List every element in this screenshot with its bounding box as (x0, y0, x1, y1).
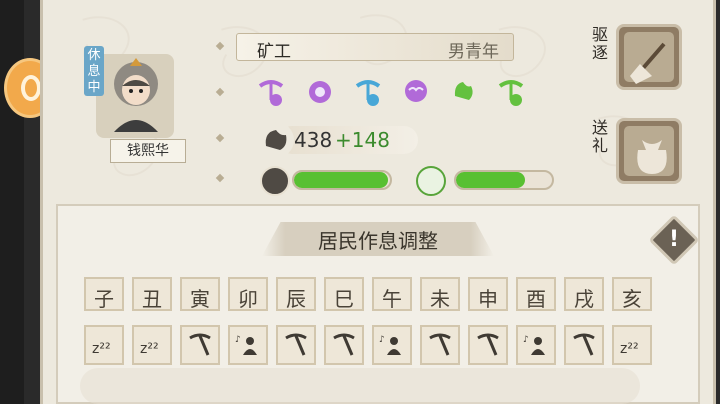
strength-bonus-value: +148 (335, 128, 390, 152)
job-info-bar: 矿工 男青年 (236, 33, 514, 62)
svg-text:z²²: z²² (140, 341, 159, 357)
activity-cell[interactable]: ♪ (372, 325, 412, 365)
activity-cell[interactable] (324, 325, 364, 365)
mood-bar-fill (456, 172, 526, 188)
svg-text:z²²: z²² (620, 341, 639, 357)
music-rest-icon: ♪ (235, 335, 257, 355)
strength-icon (258, 122, 294, 158)
helmet-purple-icon[interactable] (305, 76, 335, 106)
expel-button[interactable] (616, 24, 682, 90)
hour-cell-xu[interactable]: 戌 (564, 277, 604, 311)
health-heart-icon (260, 166, 290, 196)
hour-cell-hai[interactable]: 亥 (612, 277, 652, 311)
hour-cell-wu[interactable]: 午 (372, 277, 412, 311)
mining-blue-icon[interactable] (353, 76, 383, 106)
hour-cell-wei[interactable]: 未 (420, 277, 460, 311)
svg-text:♪: ♪ (379, 335, 385, 345)
resident-name: 钱熙华 (110, 139, 186, 163)
activity-cell[interactable]: z²² (84, 325, 124, 365)
pickaxe-icon (477, 333, 499, 356)
activity-cell[interactable]: z²² (612, 325, 652, 365)
gift-label: 送礼 (592, 118, 609, 155)
broom-icon (624, 32, 674, 84)
mood-bar (454, 170, 554, 190)
gift-button[interactable] (616, 118, 682, 184)
hour-cell-chen[interactable]: 辰 (276, 277, 316, 311)
resident-avatar-frame[interactable]: 休息中 (62, 46, 180, 142)
hour-cell-chou[interactable]: 丑 (132, 277, 172, 311)
health-bar (292, 170, 392, 190)
svg-text:♪: ♪ (235, 335, 241, 345)
avatar (114, 58, 158, 132)
pickaxe-icon (429, 333, 451, 356)
hour-cell-mao[interactable]: 卯 (228, 277, 268, 311)
mining-purple-icon[interactable] (256, 76, 286, 106)
brain-purple-icon[interactable] (401, 76, 431, 106)
hour-cell-yin[interactable]: 寅 (180, 277, 220, 311)
health-bar-fill (294, 172, 389, 188)
strength-base-value: 438 (294, 128, 333, 152)
activity-cell[interactable]: z²² (132, 325, 172, 365)
mood-leaf-icon (416, 166, 446, 196)
svg-text:♪: ♪ (523, 335, 529, 345)
pickaxe-icon (285, 333, 307, 356)
pickaxe-icon (333, 333, 355, 356)
demographic-label: 男青年 (448, 42, 499, 62)
pickaxe-icon (189, 333, 211, 356)
exclamation-icon: ! (668, 227, 680, 252)
activity-cell[interactable] (564, 325, 604, 365)
svg-text:z²²: z²² (92, 341, 111, 357)
hour-cell-shen[interactable]: 申 (468, 277, 508, 311)
job-title: 矿工 (257, 42, 291, 62)
activity-cell[interactable] (276, 325, 316, 365)
status-badge: 休息中 (84, 46, 104, 96)
activity-cell[interactable] (468, 325, 508, 365)
expel-label: 驱逐 (592, 25, 609, 62)
sleep-icon: z²² (92, 341, 111, 357)
hour-cell-si[interactable]: 巳 (324, 277, 364, 311)
gift-bag-icon (624, 126, 674, 176)
schedule-title: 居民作息调整 (318, 229, 438, 253)
activity-cell[interactable] (420, 325, 460, 365)
music-rest-icon: ♪ (379, 335, 401, 355)
sleep-icon: z²² (140, 341, 159, 357)
music-rest-icon: ♪ (523, 335, 545, 355)
pickaxe-icon (573, 333, 595, 356)
activity-cell[interactable]: ♪ (516, 325, 556, 365)
strength-display: 438 +148 (258, 122, 418, 158)
hour-cell-zi[interactable]: 子 (84, 277, 124, 311)
muscle-green-icon[interactable] (449, 76, 479, 106)
activity-cell[interactable] (180, 325, 220, 365)
sleep-icon: z²² (620, 341, 639, 357)
cloud-decoration (80, 368, 640, 404)
hour-cell-you[interactable]: 酉 (516, 277, 556, 311)
activity-cell[interactable]: ♪ (228, 325, 268, 365)
mining-green-icon[interactable] (496, 76, 526, 106)
